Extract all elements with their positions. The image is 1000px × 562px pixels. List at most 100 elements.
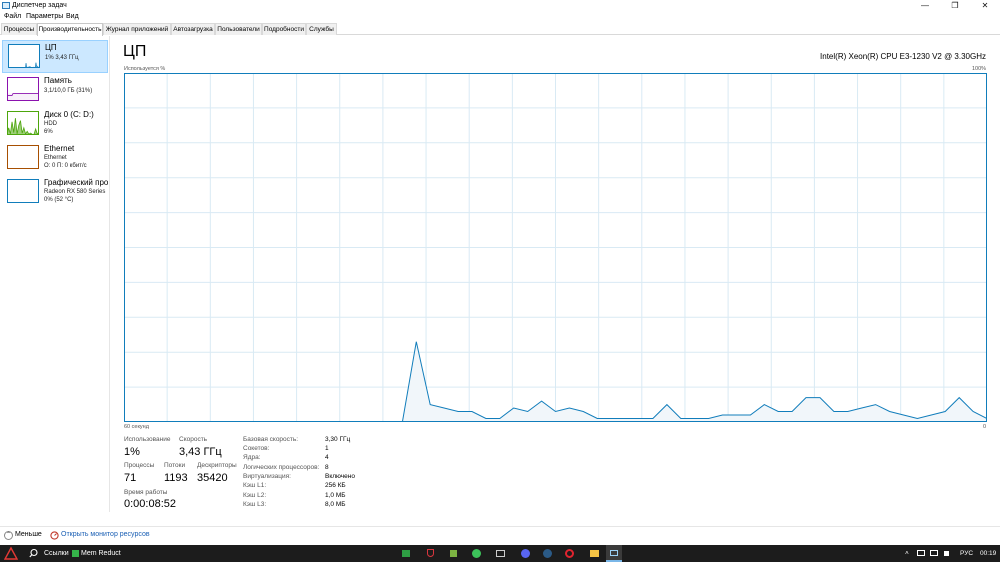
spec-l1-label: Кэш L1:: [243, 482, 267, 489]
page-title: ЦП: [123, 43, 147, 60]
thumbnail-level-fill: [7, 93, 39, 101]
minimize-button[interactable]: —: [910, 0, 940, 11]
spec-l3-value: 8,0 МБ: [325, 501, 346, 508]
taskbar-memreduct-label[interactable]: Mem Reduct: [81, 549, 121, 558]
spec-logical-value: 8: [325, 464, 329, 471]
sidebar-item-title: Память: [44, 76, 72, 85]
handles-value: 35420: [197, 472, 228, 484]
memreduct-icon[interactable]: [72, 545, 80, 562]
tray-volume-icon[interactable]: [942, 545, 952, 562]
processes-value: 71: [124, 472, 137, 484]
utilization-label: Использование: [124, 436, 171, 443]
time-axis-label: 60 секунд: [124, 424, 149, 430]
uptime-label: Время работы: [124, 489, 168, 496]
tab-processes[interactable]: Процессы: [1, 23, 37, 35]
sidebar-item-memory[interactable]: Память 3,1/10,0 ГБ (31%): [2, 74, 108, 107]
speed-label: Скорость: [179, 436, 208, 443]
sidebar-item-detail: 0% (52 °C): [44, 197, 74, 203]
taskbar-shield-icon[interactable]: [424, 545, 436, 562]
tab-startup[interactable]: Автозагрузка: [171, 23, 215, 35]
sidebar-item-ethernet[interactable]: Ethernet Ethernet О: 0 П: 0 кбит/с: [2, 142, 108, 175]
threads-label: Потоки: [164, 462, 186, 469]
thumbnail-border: [8, 44, 40, 68]
spec-sockets-value: 1: [325, 445, 329, 452]
fewer-details-button[interactable]: ⌃ Меньше: [4, 530, 42, 540]
sidebar-item-gpu[interactable]: Графический про Radeon RX 580 Series 0% …: [2, 176, 108, 209]
resource-monitor-label: Открыть монитор ресурсов: [61, 531, 150, 538]
menu-file[interactable]: Файл: [4, 12, 21, 21]
restore-button[interactable]: ❐: [940, 0, 970, 11]
axis-max-label: 100%: [972, 66, 987, 72]
usage-axis-label: Используется %: [124, 66, 166, 72]
tab-bar: Процессы Производительность Журнал прило…: [0, 23, 1000, 36]
spec-base-speed-label: Базовая скорость:: [243, 436, 299, 443]
task-manager-icon: [2, 2, 10, 9]
sidebar-item-detail: О: 0 П: 0 кбит/с: [44, 163, 87, 169]
menu-view[interactable]: Вид: [66, 12, 79, 21]
handles-label: Дескрипторы: [197, 462, 237, 469]
spec-l3-label: Кэш L3:: [243, 501, 267, 508]
sidebar-item-title: Диск 0 (C: D:): [44, 110, 94, 119]
title-bar: Диспетчер задач — ❐ ✕: [0, 0, 1000, 11]
menu-options[interactable]: Параметры: [26, 12, 63, 21]
taskbar: Ссылки Mem Reduct ˄ РУС 00:19: [0, 545, 1000, 562]
tab-users[interactable]: Пользователи: [215, 23, 262, 35]
sidebar-item-detail: Radeon RX 580 Series: [44, 189, 106, 195]
fewer-details-label: Меньше: [15, 531, 42, 538]
spec-l2-label: Кэш L2:: [243, 492, 267, 499]
sidebar-item-cpu[interactable]: ЦП 1% 3,43 ГГц: [2, 40, 108, 73]
sidebar-item-title: Ethernet: [44, 144, 75, 153]
disk-thumbnail-graph: [7, 111, 39, 135]
close-button[interactable]: ✕: [970, 0, 1000, 11]
spec-logical-label: Логических процессоров:: [243, 464, 320, 471]
cpu-thumbnail-graph: [8, 44, 40, 68]
spec-l2-value: 1,0 МБ: [325, 492, 346, 499]
spec-base-speed-value: 3,30 ГГц: [325, 436, 351, 443]
tab-app-history[interactable]: Журнал приложений: [103, 23, 171, 35]
tray-language[interactable]: РУС: [960, 549, 973, 558]
tab-details[interactable]: Подробности: [262, 23, 306, 35]
uptime-value: 0:00:08:52: [124, 498, 176, 510]
start-warning-icon[interactable]: [4, 545, 18, 562]
axis-min-label: 0: [983, 424, 987, 430]
sidebar-item-detail: Ethernet: [44, 155, 67, 161]
menu-bar: Файл Параметры Вид: [0, 11, 1000, 22]
cpu-utilization-graph: [124, 73, 987, 422]
taskbar-links-label[interactable]: Ссылки: [44, 549, 69, 558]
taskbar-app-cube-icon[interactable]: [447, 545, 459, 562]
sidebar-item-title: ЦП: [45, 43, 57, 52]
speed-value: 3,43 ГГц: [179, 446, 222, 458]
window-title: Диспетчер задач: [12, 2, 67, 9]
taskbar-discord-icon[interactable]: [519, 545, 531, 562]
taskbar-media-icon[interactable]: [494, 545, 506, 562]
tray-network-icon[interactable]: [929, 545, 939, 562]
search-icon[interactable]: [28, 545, 40, 562]
tray-clock[interactable]: 00:19: [980, 549, 996, 558]
spec-virtualization-label: Виртуализация:: [243, 473, 291, 480]
utilization-value: 1%: [124, 446, 140, 458]
sidebar-item-detail: 3,1/10,0 ГБ (31%): [44, 88, 93, 94]
tray-chevron-icon[interactable]: ˄: [905, 549, 909, 558]
taskbar-steam-icon[interactable]: [541, 545, 553, 562]
sidebar-item-disk[interactable]: Диск 0 (C: D:) HDD 6%: [2, 108, 108, 141]
sidebar-item-title: Графический про: [44, 178, 108, 187]
ethernet-thumbnail-graph: [7, 145, 39, 169]
open-resource-monitor-link[interactable]: Открыть монитор ресурсов: [50, 530, 150, 540]
taskbar-task-manager-icon[interactable]: [606, 545, 622, 562]
tab-performance[interactable]: Производительность: [37, 23, 103, 36]
resource-monitor-icon: [50, 530, 59, 540]
tab-services[interactable]: Службы: [306, 23, 337, 35]
chevron-up-icon: ⌃: [4, 530, 13, 540]
spec-cores-label: Ядра:: [243, 454, 261, 461]
taskbar-app-green-icon[interactable]: [400, 545, 412, 562]
footer: ⌃ Меньше Открыть монитор ресурсов: [0, 526, 1000, 543]
taskbar-opera-icon[interactable]: [563, 545, 575, 562]
spec-virtualization-value: Включено: [325, 473, 355, 480]
processes-label: Процессы: [124, 462, 155, 469]
tray-monitor-icon[interactable]: [916, 545, 926, 562]
memory-thumbnail-graph: [7, 77, 39, 101]
threads-value: 1193: [164, 472, 188, 484]
taskbar-whatsapp-icon[interactable]: [470, 545, 482, 562]
thumbnail-border: [7, 179, 39, 203]
taskbar-file-explorer-icon[interactable]: [588, 545, 600, 562]
